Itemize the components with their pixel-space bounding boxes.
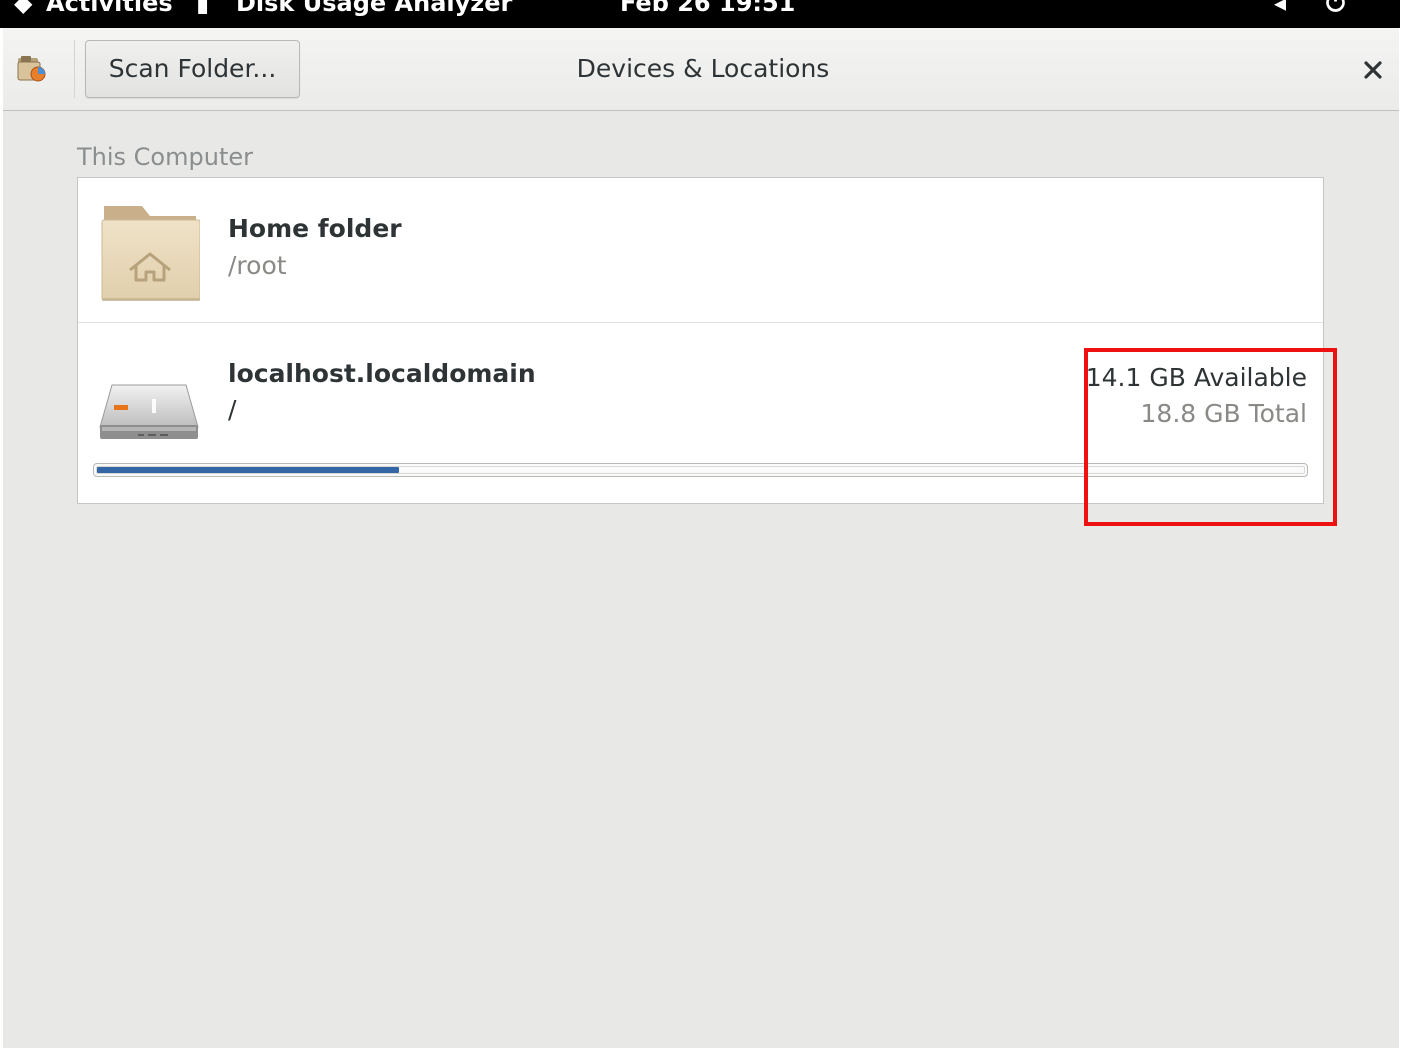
location-title: localhost.localdomain [228,359,536,388]
close-icon[interactable] [1355,52,1391,88]
hard-drive-icon [99,384,199,439]
activities-button[interactable]: Activities [46,0,173,18]
scan-folder-button[interactable]: Scan Folder... [85,40,300,98]
section-label: This Computer [77,143,253,171]
location-row-home[interactable]: Home folder /root [78,178,1323,323]
app-menu[interactable]: Disk Usage Analyzer [236,0,512,18]
page-title: Devices & Locations [576,54,830,83]
header-separator [74,40,75,98]
highlight-box [1084,348,1337,526]
location-title: Home folder [228,214,402,243]
top-bar: ◆ Activities ▮ Disk Usage Analyzer Feb 2… [0,0,1400,28]
disk-usage-fill [97,467,399,473]
header-bar: Scan Folder... Devices & Locations [3,28,1399,111]
home-folder-icon [101,206,200,301]
activities-icon[interactable]: ◆ [14,0,32,18]
location-path: /root [228,251,287,280]
volume-icon[interactable]: ◂ [1274,0,1286,18]
power-icon[interactable]: ⏻ [1326,0,1345,18]
app-menu-icon[interactable]: ▮ [196,0,209,18]
clock[interactable]: Feb 26 19:51 [620,0,795,18]
location-path: / [228,395,237,424]
disk-usage-analyzer-icon [17,56,46,82]
